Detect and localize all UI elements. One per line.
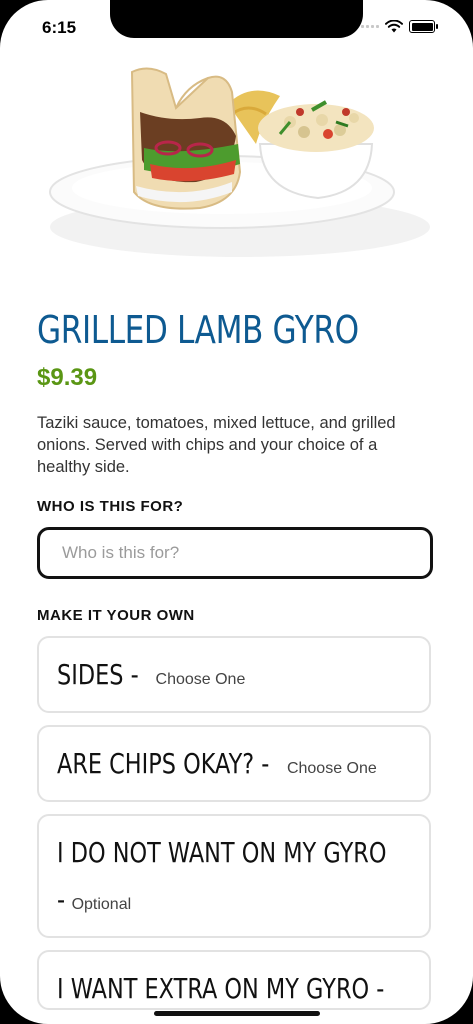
status-time: 6:15 — [42, 18, 77, 37]
option-title: I DO NOT WANT ON MY GYRO — [57, 836, 387, 869]
home-indicator[interactable] — [154, 1011, 320, 1016]
make-it-your-own-label: MAKE IT YOUR OWN — [37, 607, 195, 624]
wifi-icon — [385, 20, 403, 33]
app-screen: 6:15 GRILLED LAMB GYRO $9.39 Taziki sauc… — [0, 0, 473, 1024]
option-title: ARE CHIPS OKAY? - — [57, 747, 270, 780]
who-for-placeholder: Who is this for? — [62, 543, 180, 562]
who-for-label: WHO IS THIS FOR? — [37, 498, 184, 515]
option-requirement: Choose One — [155, 671, 246, 688]
item-price: $9.39 — [37, 364, 98, 391]
item-description: Taziki sauce, tomatoes, mixed lettuce, a… — [37, 414, 396, 476]
option-title: SIDES - — [57, 658, 139, 691]
option-title: I WANT EXTRA ON MY GYRO - — [57, 972, 385, 1005]
cellular-signal-icon — [361, 25, 379, 28]
gyro-plate-photo — [49, 67, 430, 257]
option-do-not-want[interactable]: I DO NOT WANT ON MY GYRO - Optional — [37, 814, 431, 938]
option-want-extra[interactable]: I WANT EXTRA ON MY GYRO - — [37, 950, 431, 1010]
battery-icon — [409, 20, 438, 33]
option-sides[interactable]: SIDES - Choose One — [37, 636, 431, 713]
who-for-input[interactable]: Who is this for? — [37, 527, 433, 579]
item-title: GRILLED LAMB GYRO — [37, 308, 359, 352]
option-requirement: Choose One — [286, 760, 377, 777]
status-icons — [361, 20, 438, 33]
option-requirement: Optional — [71, 896, 132, 913]
device-notch — [110, 0, 363, 38]
item-details: GRILLED LAMB GYRO $9.39 Taziki sauce, to… — [37, 300, 437, 1010]
option-chips[interactable]: ARE CHIPS OKAY? - Choose One — [37, 725, 431, 802]
